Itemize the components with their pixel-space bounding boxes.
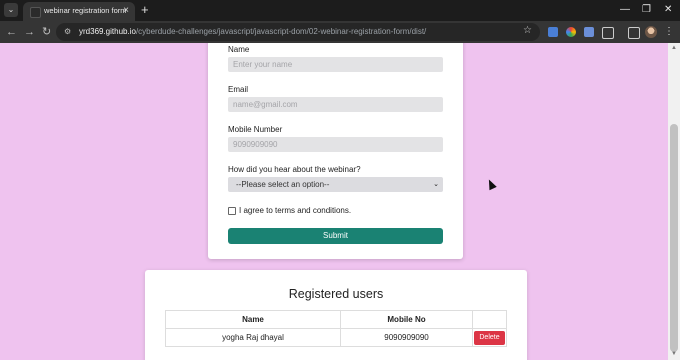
terms-label[interactable]: I agree to terms and conditions. (239, 206, 351, 215)
bookmark-star-icon[interactable]: ☆ (523, 25, 532, 36)
back-icon[interactable]: ← (6, 24, 17, 40)
extension-icon[interactable] (548, 27, 558, 37)
browser-tab-bar: ⌄ webinar registration form × + — ❐ ✕ (0, 0, 680, 21)
tab-title: webinar registration form (44, 6, 127, 15)
terms-checkbox[interactable] (228, 207, 236, 215)
source-label: How did you hear about the webinar? (228, 165, 361, 174)
registered-users-title: Registered users (288, 287, 384, 301)
source-select[interactable]: --Please select an option-- ⌄ (228, 177, 443, 192)
new-tab-icon[interactable]: + (141, 2, 149, 17)
scroll-up-icon[interactable]: ▲ (671, 45, 677, 51)
extension-icon[interactable] (566, 27, 576, 37)
side-panel-icon[interactable] (628, 27, 640, 39)
tab-close-icon[interactable]: × (123, 5, 129, 17)
tab-search-icon[interactable]: ⌄ (4, 3, 18, 17)
scroll-down-icon[interactable]: ▼ (671, 351, 677, 357)
page-scrollbar[interactable]: ▲ ▼ (668, 43, 680, 360)
column-header-mobile: Mobile No (340, 310, 473, 329)
table-header-row: Name Mobile No (165, 310, 507, 329)
action-cell: Delete (472, 328, 507, 347)
maximize-icon[interactable]: ❐ (642, 3, 651, 17)
column-header-name: Name (165, 310, 341, 329)
address-bar[interactable]: ⚙ yrd369.github.io/cyberdude-challenges/… (56, 23, 540, 41)
minimize-icon[interactable]: — (620, 3, 630, 17)
browser-menu-icon[interactable]: ⋮ (664, 25, 674, 39)
url-text: yrd369.github.io/cyberdude-challenges/ja… (79, 27, 427, 36)
close-window-icon[interactable]: ✕ (664, 3, 672, 17)
profile-avatar[interactable] (645, 26, 657, 38)
extensions-puzzle-icon[interactable] (602, 27, 614, 39)
email-input[interactable]: name@gmail.com (228, 97, 443, 112)
registration-form: Name Enter your name Email name@gmail.co… (208, 43, 463, 259)
name-label: Name (228, 45, 250, 54)
delete-button[interactable]: Delete (474, 330, 505, 345)
site-info-icon[interactable]: ⚙ (64, 27, 71, 36)
extension-icon[interactable] (584, 27, 594, 37)
email-label: Email (228, 85, 249, 94)
table-row: yogha Raj dhayal 9090909090 Delete (165, 328, 507, 347)
scrollbar-thumb[interactable] (670, 124, 678, 352)
user-name-cell: yogha Raj dhayal (165, 328, 341, 347)
browser-toolbar: ← → ↻ ⚙ yrd369.github.io/cyberdude-chall… (0, 21, 680, 43)
mobile-input[interactable]: 9090909090 (228, 137, 443, 152)
mobile-label: Mobile Number (228, 125, 283, 134)
favicon-icon (30, 7, 41, 18)
column-header-action (472, 310, 507, 329)
name-input[interactable]: Enter your name (228, 57, 443, 72)
forward-icon[interactable]: → (24, 24, 35, 40)
chevron-down-icon: ⌄ (433, 181, 439, 188)
registered-users-card: Registered users Name Mobile No yogha Ra… (145, 270, 527, 360)
users-table: Name Mobile No yogha Raj dhayal 90909090… (165, 310, 507, 347)
user-mobile-cell: 9090909090 (340, 328, 473, 347)
reload-icon[interactable]: ↻ (42, 24, 51, 40)
source-selected-value: --Please select an option-- (236, 180, 330, 189)
page-viewport: Name Enter your name Email name@gmail.co… (0, 43, 668, 360)
submit-button[interactable]: Submit (228, 228, 443, 244)
browser-tab[interactable]: webinar registration form × (23, 2, 135, 21)
